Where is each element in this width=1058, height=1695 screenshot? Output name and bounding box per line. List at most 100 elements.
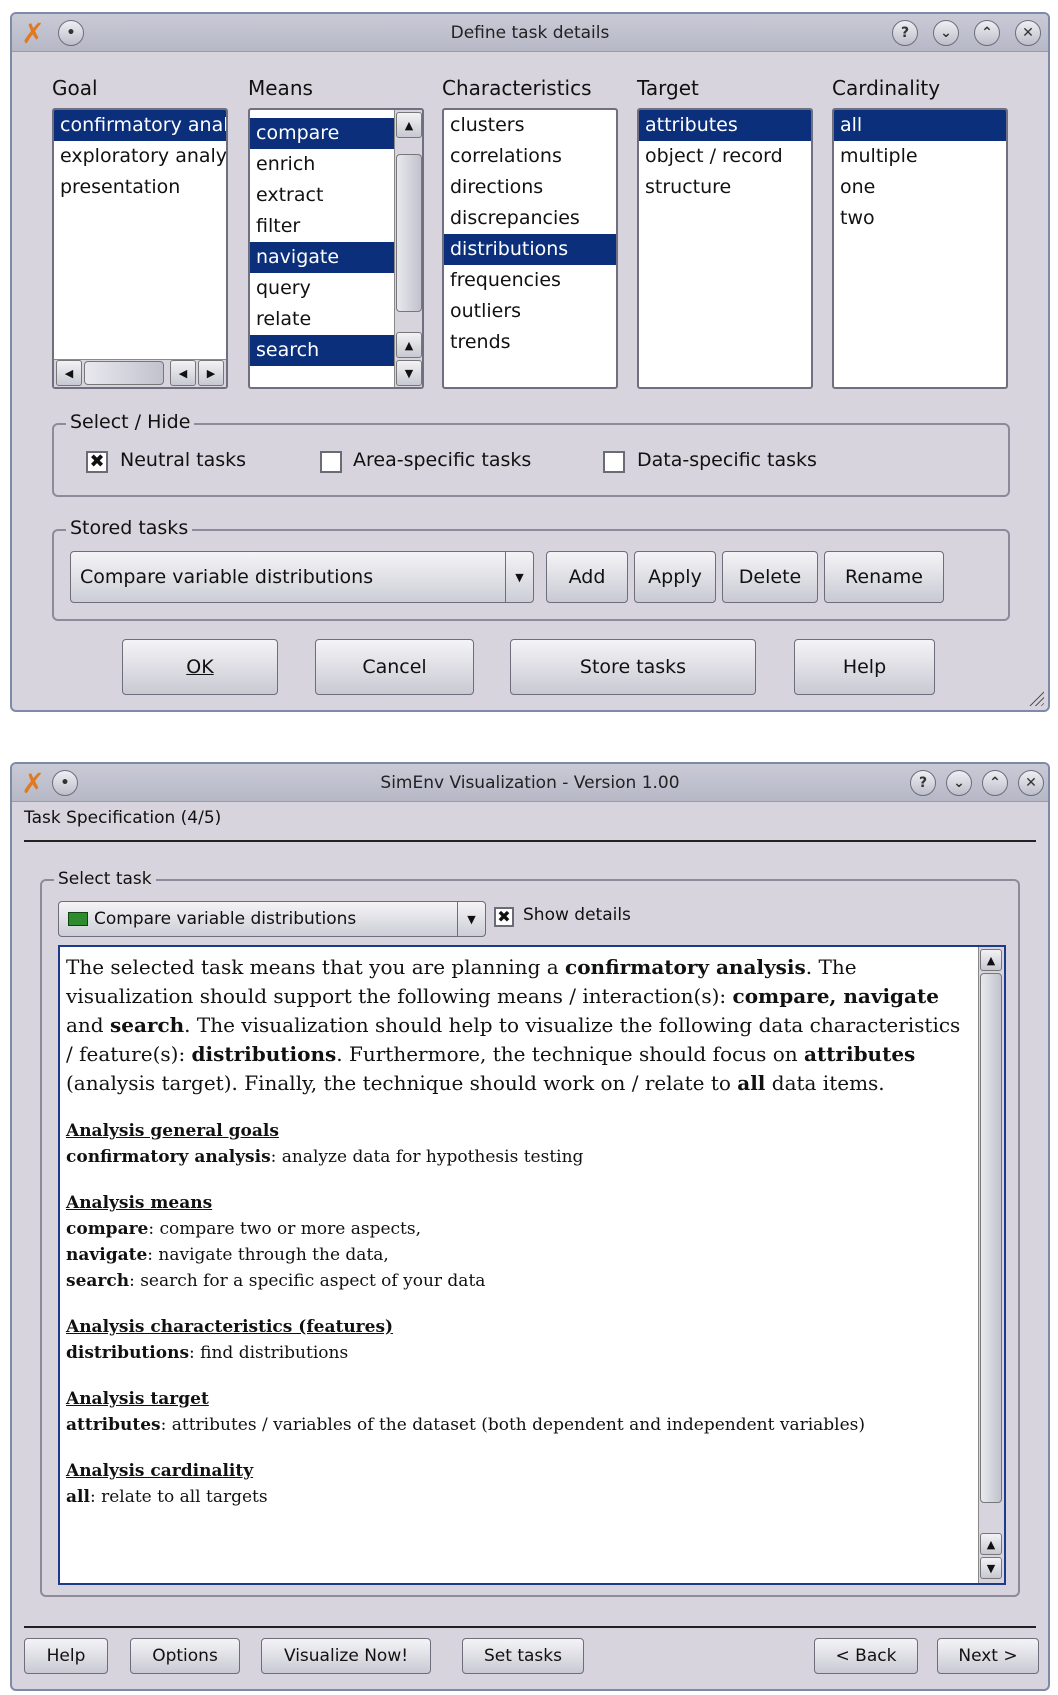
list-item[interactable]: filter: [250, 211, 394, 242]
list-item[interactable]: query: [250, 273, 394, 304]
stored-tasks-group: Stored tasks Compare variable distributi…: [52, 517, 1010, 621]
scroll-down-icon[interactable]: ▼: [980, 1557, 1002, 1579]
list-item[interactable]: correlations: [444, 141, 616, 172]
target-section: Analysis target attributes: attributes /…: [66, 1386, 972, 1438]
list-item[interactable]: confirmatory anal: [54, 110, 226, 141]
list-item[interactable]: two: [834, 203, 1006, 234]
scroll-right-icon[interactable]: ▶: [198, 360, 224, 386]
neutral-tasks-checkbox[interactable]: ✖: [86, 451, 108, 473]
goal-horizontal-scrollbar[interactable]: ◀ ◀ ▶: [54, 359, 226, 387]
scroll-left-icon[interactable]: ◀: [56, 360, 82, 386]
window-title: SimEnv Visualization - Version 1.00: [380, 773, 680, 793]
characteristics-list[interactable]: clusters correlations directions discrep…: [442, 108, 618, 389]
options-button[interactable]: Options: [130, 1638, 240, 1674]
task-dropdown[interactable]: Compare variable distributions ▼: [58, 901, 486, 937]
scroll-up-icon[interactable]: ▲: [980, 949, 1002, 971]
list-item[interactable]: structure: [639, 172, 811, 203]
help-question-icon[interactable]: ?: [910, 770, 936, 796]
show-details-label: Show details: [523, 905, 631, 925]
header-separator: [24, 840, 1036, 842]
task-description-panel[interactable]: The selected task means that you are pla…: [58, 945, 1006, 1585]
list-item[interactable]: outliers: [444, 296, 616, 327]
minimize-icon[interactable]: ⌄: [933, 20, 959, 46]
stored-tasks-title: Stored tasks: [66, 517, 193, 539]
minimize-icon[interactable]: ⌄: [946, 770, 972, 796]
next-button[interactable]: Next >: [937, 1638, 1039, 1674]
maximize-icon[interactable]: ⌃: [974, 20, 1000, 46]
list-item[interactable]: navigate: [250, 242, 394, 273]
scroll-thumb[interactable]: [84, 361, 164, 385]
characteristics-section: Analysis characteristics (features) dist…: [66, 1314, 972, 1366]
help-button[interactable]: Help: [24, 1638, 108, 1674]
chevron-down-icon[interactable]: ▼: [457, 902, 485, 936]
list-item[interactable]: clusters: [444, 110, 616, 141]
scroll-thumb[interactable]: [980, 973, 1002, 1503]
list-item[interactable]: object / record: [639, 141, 811, 172]
scroll-up-icon[interactable]: ▲: [980, 1533, 1002, 1555]
means-list[interactable]: compare enrich extract filter navigate q…: [248, 108, 424, 389]
maximize-icon[interactable]: ⌃: [982, 770, 1008, 796]
set-tasks-button[interactable]: Set tasks: [462, 1638, 584, 1674]
list-item[interactable]: frequencies: [444, 265, 616, 296]
section-heading: Analysis characteristics (features): [66, 1317, 394, 1337]
resize-grip-icon[interactable]: [1026, 688, 1044, 706]
goals-section: Analysis general goals confirmatory anal…: [66, 1118, 972, 1170]
help-question-icon[interactable]: ?: [892, 20, 918, 46]
help-button[interactable]: Help: [794, 639, 935, 695]
scroll-up-icon[interactable]: ▲: [396, 112, 422, 138]
area-specific-checkbox[interactable]: [320, 451, 342, 473]
description-vertical-scrollbar[interactable]: ▲ ▲ ▼: [978, 947, 1004, 1583]
cardinality-label: Cardinality: [832, 76, 941, 100]
scroll-thumb[interactable]: [396, 154, 422, 312]
list-item[interactable]: trends: [444, 327, 616, 358]
scroll-left-icon[interactable]: ◀: [170, 360, 196, 386]
ok-button[interactable]: OK: [122, 639, 278, 695]
list-item[interactable]: search: [250, 335, 394, 366]
list-item[interactable]: multiple: [834, 141, 1006, 172]
list-item[interactable]: presentation: [54, 172, 226, 203]
target-list[interactable]: attributes object / record structure: [637, 108, 813, 389]
simenv-window: ✗ • SimEnv Visualization - Version 1.00 …: [10, 762, 1050, 1691]
chevron-down-icon[interactable]: ▼: [505, 552, 533, 602]
select-task-title: Select task: [54, 869, 156, 889]
apply-button[interactable]: Apply: [634, 551, 716, 603]
list-item[interactable]: enrich: [250, 149, 394, 180]
list-item[interactable]: directions: [444, 172, 616, 203]
cardinality-section: Analysis cardinality all: relate to all …: [66, 1458, 972, 1510]
stored-tasks-dropdown[interactable]: Compare variable distributions ▼: [70, 551, 534, 603]
means-vertical-scrollbar[interactable]: ▲ ▲ ▼: [394, 110, 422, 387]
task-description-content: The selected task means that you are pla…: [66, 953, 972, 1510]
rename-button[interactable]: Rename: [824, 551, 944, 603]
cancel-button[interactable]: Cancel: [315, 639, 474, 695]
list-item[interactable]: attributes: [639, 110, 811, 141]
data-specific-checkbox[interactable]: [603, 451, 625, 473]
add-button[interactable]: Add: [546, 551, 628, 603]
list-item[interactable]: compare: [250, 118, 394, 149]
close-icon[interactable]: ✕: [1018, 770, 1044, 796]
store-tasks-button[interactable]: Store tasks: [510, 639, 756, 695]
list-item[interactable]: all: [834, 110, 1006, 141]
section-heading: Analysis target: [66, 1389, 209, 1409]
area-specific-label: Area-specific tasks: [353, 449, 532, 471]
visualize-now-button[interactable]: Visualize Now!: [261, 1638, 431, 1674]
scroll-down-icon[interactable]: ▼: [396, 360, 422, 386]
goal-list[interactable]: confirmatory anal exploratory analy pres…: [52, 108, 228, 389]
close-icon[interactable]: ✕: [1015, 20, 1041, 46]
cardinality-list[interactable]: all multiple one two: [832, 108, 1008, 389]
back-button[interactable]: < Back: [814, 1638, 918, 1674]
delete-button[interactable]: Delete: [722, 551, 818, 603]
goal-label: Goal: [52, 76, 98, 100]
section-heading: Analysis means: [66, 1193, 213, 1213]
show-details-checkbox[interactable]: ✖: [494, 907, 514, 927]
means-section: Analysis means compare: compare two or m…: [66, 1190, 972, 1294]
scroll-up-icon[interactable]: ▲: [396, 332, 422, 358]
step-label: Task Specification (4/5): [24, 808, 222, 828]
list-item[interactable]: exploratory analy: [54, 141, 226, 172]
section-heading: Analysis general goals: [66, 1121, 279, 1141]
list-item[interactable]: relate: [250, 304, 394, 335]
list-item[interactable]: discrepancies: [444, 203, 616, 234]
list-item[interactable]: extract: [250, 180, 394, 211]
characteristics-label: Characteristics: [442, 76, 592, 100]
list-item[interactable]: distributions: [444, 234, 616, 265]
list-item[interactable]: one: [834, 172, 1006, 203]
